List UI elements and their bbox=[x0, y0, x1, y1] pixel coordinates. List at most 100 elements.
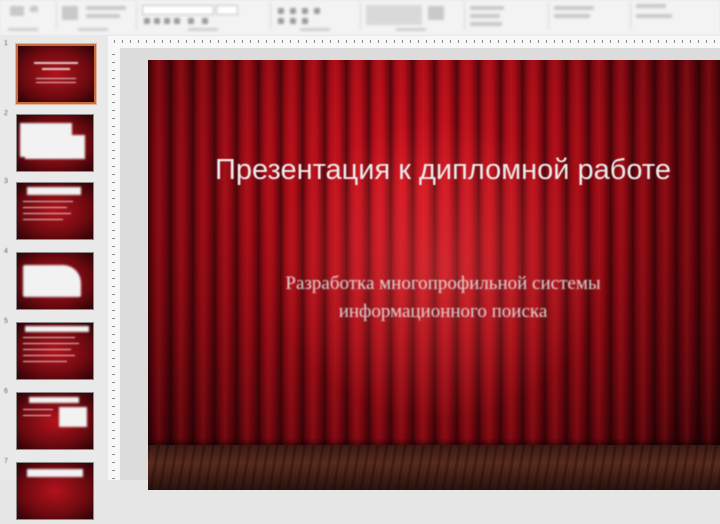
ruler-tick bbox=[112, 246, 115, 247]
thumb-title-line bbox=[34, 62, 78, 64]
ruler-tick bbox=[522, 40, 523, 43]
ruler-tick bbox=[274, 40, 275, 43]
italic-icon[interactable] bbox=[154, 18, 160, 24]
designer-group bbox=[632, 2, 718, 32]
bold-icon[interactable] bbox=[144, 18, 150, 24]
slide-thumbnail[interactable] bbox=[16, 392, 94, 450]
thumb-content-block bbox=[25, 135, 85, 159]
align-center-icon[interactable] bbox=[290, 18, 296, 24]
ribbon-separator bbox=[56, 2, 57, 30]
ruler-tick bbox=[266, 40, 267, 43]
shape-effects-button[interactable] bbox=[470, 22, 502, 26]
thumb-subtitle-line bbox=[36, 82, 76, 83]
ruler-tick bbox=[112, 206, 115, 207]
ruler-tick bbox=[112, 342, 115, 343]
ruler-tick bbox=[666, 40, 667, 43]
shape-fill-button[interactable] bbox=[470, 6, 504, 10]
ruler-tick bbox=[112, 350, 115, 351]
stage-floor bbox=[148, 445, 720, 490]
font-name-select[interactable] bbox=[142, 5, 214, 15]
thumbnail-row[interactable]: 6 bbox=[0, 388, 108, 454]
ruler-tick bbox=[426, 40, 427, 43]
ruler-tick bbox=[112, 134, 115, 135]
ruler-tick bbox=[112, 334, 115, 335]
ruler-tick bbox=[466, 40, 467, 43]
slide-thumbnail[interactable] bbox=[16, 44, 96, 104]
ruler-tick bbox=[410, 40, 411, 43]
find-button[interactable] bbox=[554, 6, 594, 10]
ruler-tick bbox=[114, 40, 115, 43]
ruler-tick bbox=[178, 40, 179, 43]
font-size-select[interactable] bbox=[216, 5, 238, 15]
font-group-label bbox=[188, 28, 218, 31]
ruler-tick bbox=[112, 174, 115, 175]
strikethrough-icon[interactable] bbox=[174, 18, 180, 24]
ruler-tick bbox=[202, 40, 203, 43]
ruler-tick bbox=[530, 40, 531, 43]
bullets-icon[interactable] bbox=[278, 8, 284, 14]
thumbnail-row[interactable]: 1 bbox=[0, 40, 108, 106]
arrange-button[interactable] bbox=[428, 6, 444, 20]
ruler-tick bbox=[362, 40, 363, 43]
ruler-tick bbox=[112, 166, 115, 167]
thumb-heading-block bbox=[29, 397, 79, 403]
replace-button[interactable] bbox=[554, 14, 590, 18]
select-button[interactable] bbox=[636, 4, 666, 8]
numbering-icon[interactable] bbox=[290, 8, 296, 14]
ruler-tick bbox=[112, 462, 115, 463]
ruler-tick bbox=[650, 40, 651, 43]
slide-thumbnail[interactable] bbox=[16, 114, 94, 172]
decrease-indent-icon[interactable] bbox=[302, 8, 308, 14]
font-color-icon[interactable] bbox=[202, 18, 208, 24]
ruler-tick bbox=[112, 326, 115, 327]
thumb-text-line bbox=[23, 201, 73, 202]
thumbnail-row[interactable]: 3 bbox=[0, 178, 108, 244]
slide-thumbnail[interactable] bbox=[16, 252, 94, 310]
slide-thumbnail[interactable] bbox=[16, 322, 94, 380]
ruler-tick bbox=[112, 358, 115, 359]
ruler-tick bbox=[314, 40, 315, 43]
thumb-content-block bbox=[23, 265, 81, 297]
slide-thumbnail[interactable] bbox=[16, 462, 94, 520]
reset-button[interactable] bbox=[86, 14, 120, 18]
ruler-tick bbox=[586, 40, 587, 43]
thumb-text-line bbox=[23, 213, 71, 214]
ruler-tick bbox=[434, 40, 435, 43]
editing-group bbox=[550, 2, 630, 32]
ruler-tick bbox=[186, 40, 187, 43]
layout-button[interactable] bbox=[86, 6, 126, 10]
ruler-tick bbox=[482, 40, 483, 43]
ruler-tick bbox=[474, 40, 475, 43]
slide-number: 4 bbox=[4, 248, 8, 255]
thumbnail-row[interactable]: 7 bbox=[0, 458, 108, 524]
align-right-icon[interactable] bbox=[302, 18, 308, 24]
thumbnail-row[interactable]: 2 bbox=[0, 110, 108, 176]
thumb-subtitle-line bbox=[36, 78, 76, 79]
ruler-tick bbox=[112, 78, 115, 79]
align-left-icon[interactable] bbox=[278, 18, 284, 24]
ruler-tick bbox=[154, 40, 155, 43]
ruler-tick bbox=[642, 40, 643, 43]
ruler-tick bbox=[112, 102, 115, 103]
ribbon-separator bbox=[360, 2, 361, 30]
char-spacing-icon[interactable] bbox=[188, 18, 194, 24]
thumbnail-row[interactable]: 5 bbox=[0, 318, 108, 384]
shapes-gallery[interactable] bbox=[366, 5, 422, 25]
cut-icon[interactable] bbox=[30, 6, 38, 12]
slide-thumbnail[interactable] bbox=[16, 182, 94, 240]
ruler-tick bbox=[112, 94, 115, 95]
slide-subtitle[interactable]: Разработка многопрофильной системы инфор… bbox=[218, 270, 668, 326]
slide-title[interactable]: Презентация к дипломной работе bbox=[188, 152, 698, 189]
paste-button[interactable] bbox=[10, 6, 24, 16]
ruler-tick bbox=[112, 54, 115, 55]
ruler-tick bbox=[130, 40, 131, 43]
thumbnail-row[interactable]: 4 bbox=[0, 248, 108, 314]
current-slide[interactable]: Презентация к дипломной работе Разработк… bbox=[148, 60, 720, 490]
ruler-tick bbox=[378, 40, 379, 43]
increase-indent-icon[interactable] bbox=[314, 8, 320, 14]
underline-icon[interactable] bbox=[164, 18, 170, 24]
new-slide-button[interactable] bbox=[62, 6, 78, 20]
designer-button[interactable] bbox=[636, 14, 672, 18]
ruler-tick bbox=[112, 478, 115, 479]
shape-outline-button[interactable] bbox=[470, 14, 500, 18]
